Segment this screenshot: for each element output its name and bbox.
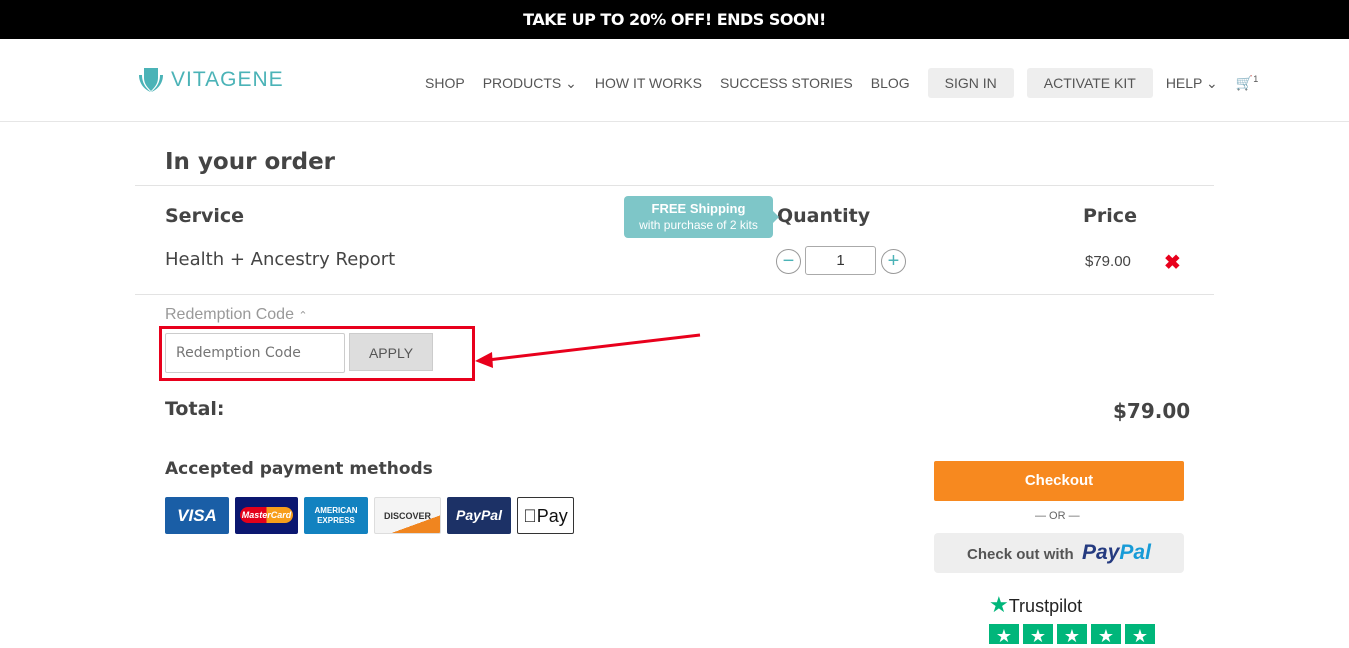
nav-products[interactable]: PRODUCTS ⌄ <box>483 75 577 92</box>
star-icon: ★ <box>989 624 1019 646</box>
page-title: In your order <box>165 149 336 175</box>
visa-icon: VISA <box>165 497 229 534</box>
nav-blog[interactable]: BLOG <box>871 75 910 91</box>
trustpilot-logo[interactable]: ★Trustpilot <box>989 592 1082 618</box>
chevron-down-icon: ⌄ <box>1206 74 1218 91</box>
service-header: Service <box>165 205 244 227</box>
paypal-checkout-button[interactable]: Check out with PayPal <box>934 533 1184 573</box>
sign-in-button[interactable]: SIGN IN <box>927 68 1014 98</box>
nav-help[interactable]: HELP ⌄ <box>1166 75 1218 92</box>
apple-pay-icon: Pay <box>517 497 574 534</box>
logo[interactable]: VITAGENE <box>137 66 284 94</box>
nav-success-stories[interactable]: SUCCESS STORIES <box>720 75 853 91</box>
nav-shop[interactable]: SHOP <box>425 75 465 91</box>
promo-banner[interactable]: TAKE UP TO 20% OFF! ENDS SOON! <box>0 0 1349 39</box>
star-icon: ★ <box>1125 624 1155 646</box>
trustpilot-rating: ★ ★ ★ ★ ★ <box>989 624 1159 647</box>
amex-icon: AMERICAN EXPRESS <box>304 497 368 534</box>
mastercard-icon: MasterCard <box>235 497 298 534</box>
item-name: Health + Ancestry Report <box>165 249 396 270</box>
checkout-button[interactable]: Checkout <box>934 461 1184 501</box>
quantity-input[interactable]: 1 <box>805 246 876 275</box>
paypal-icon: PayPal <box>447 497 511 534</box>
header: VITAGENE SHOP PRODUCTS ⌄ HOW IT WORKS SU… <box>0 39 1349 122</box>
free-shipping-tooltip: FREE Shipping with purchase of 2 kits <box>624 196 779 238</box>
quantity-header: Quantity <box>777 205 871 227</box>
divider <box>135 185 1214 186</box>
main-nav: SHOP PRODUCTS ⌄ HOW IT WORKS SUCCESS STO… <box>425 68 1258 98</box>
star-icon: ★ <box>1057 624 1087 646</box>
decrease-quantity-button[interactable]: − <box>776 249 801 274</box>
payment-methods-title: Accepted payment methods <box>165 459 433 479</box>
divider <box>135 294 1214 295</box>
cart-icon: 🛒 <box>1235 74 1254 91</box>
shield-logo-icon <box>139 68 163 92</box>
star-icon: ★ <box>989 592 1009 617</box>
star-icon: ★ <box>1023 624 1053 646</box>
discover-icon: DISCOVER <box>374 497 441 534</box>
cart-button[interactable]: 🛒1 <box>1236 74 1258 92</box>
nav-how-it-works[interactable]: HOW IT WORKS <box>595 75 702 91</box>
item-price: $79.00 <box>1085 253 1131 270</box>
chevron-up-icon: ⌃ <box>298 310 308 322</box>
or-divider: — OR — <box>1035 510 1080 522</box>
chevron-down-icon: ⌄ <box>565 74 577 91</box>
apply-button[interactable]: APPLY <box>349 333 433 371</box>
activate-kit-button[interactable]: ACTIVATE KIT <box>1026 68 1153 98</box>
total-value: $79.00 <box>1113 399 1191 423</box>
cart-count: 1 <box>1253 74 1259 85</box>
redemption-code-toggle[interactable]: Redemption Code ⌃ <box>165 306 308 324</box>
price-header: Price <box>1083 205 1137 227</box>
increase-quantity-button[interactable]: + <box>881 249 906 274</box>
redemption-code-input[interactable] <box>165 333 345 373</box>
star-icon: ★ <box>1091 624 1121 646</box>
arrow-annotation-icon <box>475 333 701 368</box>
remove-item-icon[interactable]: ✖ <box>1164 250 1181 275</box>
total-label: Total: <box>165 398 225 420</box>
